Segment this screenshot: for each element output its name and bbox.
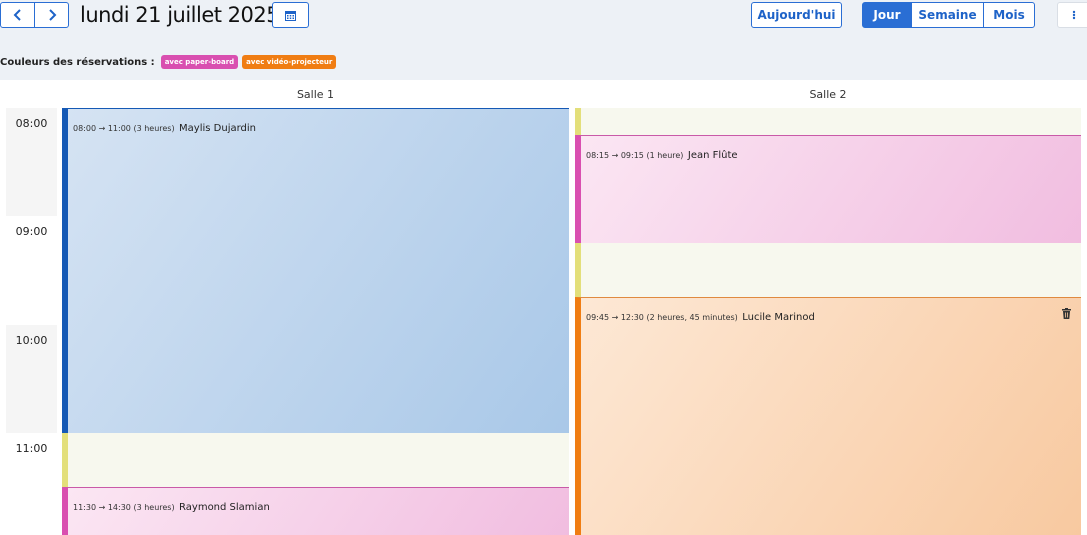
calendar-icon: [285, 10, 296, 21]
view-month-button[interactable]: Mois: [983, 2, 1035, 28]
room-header-salle-1: Salle 1: [296, 88, 335, 101]
event-name: Raymond Slamian: [179, 502, 270, 513]
free-slot[interactable]: [62, 433, 569, 487]
view-week-button[interactable]: Semaine: [911, 2, 984, 28]
booking-event[interactable]: 08:00 → 11:00 (3 heures) Maylis Dujardin: [62, 108, 569, 433]
hour-label: 09:00: [6, 216, 57, 324]
legend-label: Couleurs des réservations :: [0, 56, 155, 68]
date-picker-button[interactable]: [272, 2, 309, 28]
legend-tag-paper-board: avec paper-board: [160, 55, 239, 69]
hour-label: 11:00: [6, 433, 57, 535]
booking-event[interactable]: 08:15 → 09:15 (1 heure) Jean Flûte: [575, 135, 1081, 243]
view-switcher: Jour Semaine Mois: [862, 2, 1035, 28]
trash-icon[interactable]: [1062, 308, 1071, 319]
event-time: 08:00 → 11:00 (3 heures): [73, 124, 175, 133]
page-title: lundi 21 juillet 2025: [80, 3, 280, 27]
more-options-button[interactable]: [1057, 2, 1087, 28]
booking-event[interactable]: 11:30 → 14:30 (3 heures) Raymond Slamian: [62, 487, 569, 535]
chevron-right-icon: [48, 9, 56, 21]
hour-label: 10:00: [6, 325, 57, 433]
chevron-left-icon: [13, 9, 21, 21]
free-slot[interactable]: [575, 243, 1081, 297]
event-time: 11:30 → 14:30 (3 heures): [73, 503, 175, 512]
event-time: 09:45 → 12:30 (2 heures, 45 minutes): [586, 313, 738, 322]
event-name: Lucile Marinod: [742, 312, 815, 323]
room-header-salle-2: Salle 2: [809, 88, 847, 101]
next-day-button[interactable]: [34, 2, 69, 28]
day-calendar-grid: Salle 1 Salle 2 08:00 09:00 10:00 11:00 …: [0, 80, 1087, 535]
event-name: Maylis Dujardin: [179, 123, 257, 134]
booking-event[interactable]: 09:45 → 12:30 (2 heures, 45 minutes) Luc…: [575, 297, 1081, 535]
event-time: 08:15 → 09:15 (1 heure): [586, 151, 684, 160]
free-slot[interactable]: [575, 108, 1081, 135]
today-button[interactable]: Aujourd'hui: [751, 2, 842, 28]
hour-label: 08:00: [6, 108, 57, 216]
previous-day-button[interactable]: [0, 2, 35, 28]
event-name: Jean Flûte: [687, 150, 738, 161]
booking-colors-legend: Couleurs des réservations : avec paper-b…: [0, 54, 337, 70]
legend-tag-video-projector: avec vidéo-projecteur: [242, 55, 337, 69]
view-day-button[interactable]: Jour: [862, 2, 912, 28]
more-vertical-icon: [1072, 10, 1076, 20]
